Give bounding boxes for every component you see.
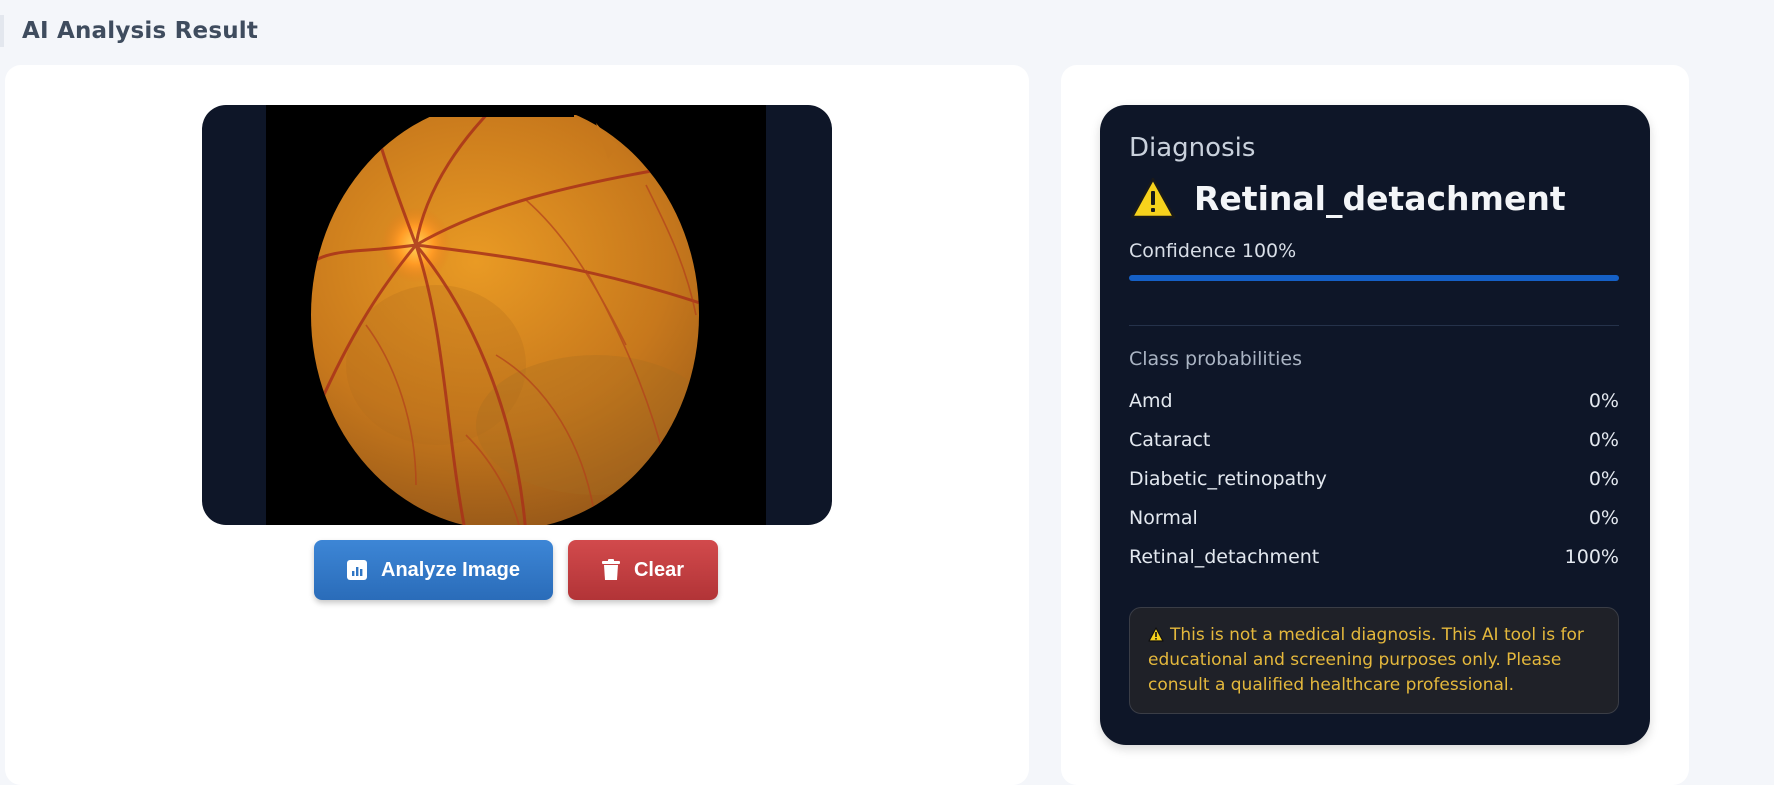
class-label: Retinal_detachment: [1129, 546, 1320, 568]
class-label: Diabetic_retinopathy: [1129, 468, 1327, 490]
disclaimer-box: This is not a medical diagnosis. This AI…: [1129, 607, 1619, 714]
trash-icon: [601, 559, 620, 580]
image-card: Analyze Image Clear: [5, 65, 1029, 785]
page-title: AI Analysis Result: [22, 18, 259, 44]
page-header: AI Analysis Result: [0, 14, 258, 48]
analyze-image-button[interactable]: Analyze Image: [314, 540, 553, 600]
confidence-text: Confidence 100%: [1129, 240, 1297, 262]
probabilities-list: Amd 0% Cataract 0% Diabetic_retinopathy …: [1129, 390, 1619, 585]
list-item: Retinal_detachment 100%: [1129, 546, 1619, 585]
warning-small-icon: [1148, 627, 1164, 642]
confidence-bar: [1129, 275, 1619, 281]
diagnosis-panel: Diagnosis Retinal_detachment Confidence …: [1100, 105, 1650, 745]
list-item: Amd 0%: [1129, 390, 1619, 429]
clear-label: Clear: [633, 558, 685, 581]
class-value: 0%: [1588, 390, 1619, 412]
result-card: Diagnosis Retinal_detachment Confidence …: [1061, 65, 1689, 785]
probabilities-title: Class probabilities: [1129, 348, 1303, 370]
chart-icon: [347, 560, 368, 580]
class-label: Cataract: [1129, 429, 1211, 451]
image-preview: [202, 105, 832, 525]
diagnosis-label: Diagnosis: [1129, 133, 1256, 163]
class-value: 100%: [1564, 546, 1619, 568]
list-item: Diabetic_retinopathy 0%: [1129, 468, 1619, 507]
diagnosis-name: Retinal_detachment: [1194, 178, 1566, 218]
list-item: Normal 0%: [1129, 507, 1619, 546]
divider: [1129, 325, 1619, 326]
class-label: Normal: [1129, 507, 1198, 529]
class-value: 0%: [1588, 429, 1619, 451]
fundus-image: [311, 105, 699, 525]
disclaimer-text: This is not a medical diagnosis. This AI…: [1148, 625, 1584, 695]
confidence-bar-fill: [1129, 275, 1619, 281]
class-label: Amd: [1129, 390, 1173, 412]
list-item: Cataract 0%: [1129, 429, 1619, 468]
class-value: 0%: [1588, 468, 1619, 490]
diagnosis-row: Retinal_detachment: [1130, 177, 1566, 219]
analyze-image-label: Analyze Image: [381, 558, 520, 581]
header-accent-bar: [0, 15, 4, 47]
class-value: 0%: [1588, 507, 1619, 529]
warning-icon: [1130, 177, 1176, 219]
clear-button[interactable]: Clear: [568, 540, 718, 600]
